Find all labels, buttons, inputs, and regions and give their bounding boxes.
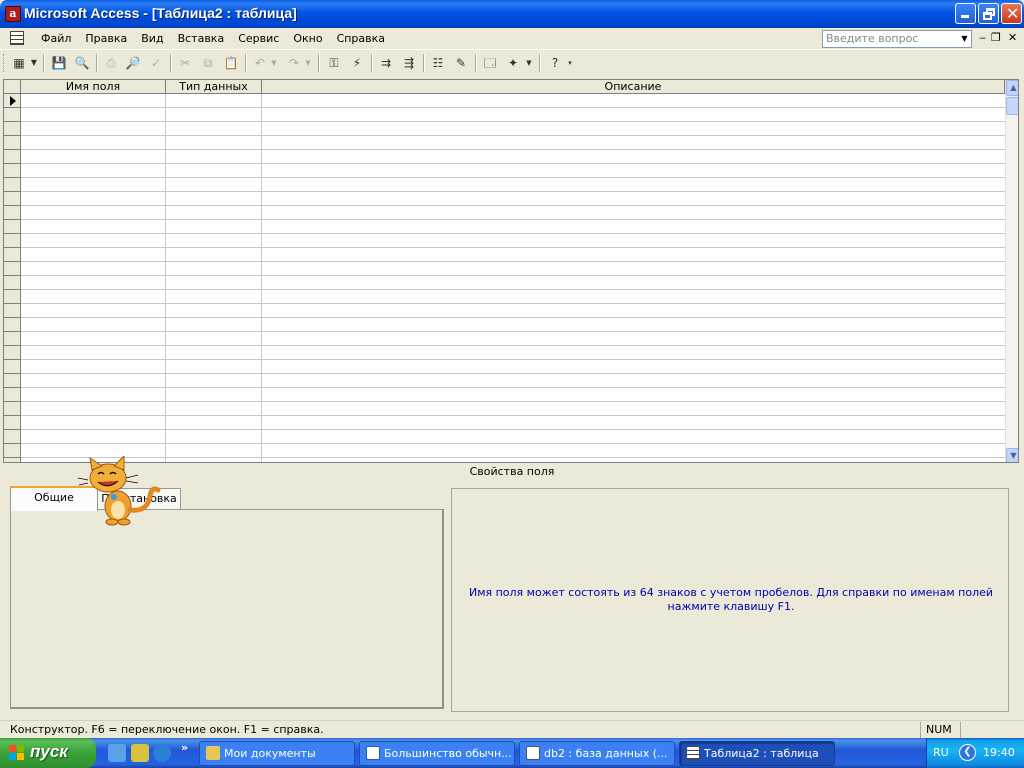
database-window-icon[interactable]: 🗔 [479,53,501,73]
show-hidden-icons-icon[interactable]: ❮ [959,744,976,761]
column-header-field-name[interactable]: Имя поля [21,80,166,94]
access-app-icon[interactable]: a [5,6,21,22]
quicklaunch-ie-icon[interactable] [153,744,171,762]
task-database-window[interactable]: db2 : база данных (... [519,741,675,766]
minimize-button[interactable] [955,3,976,24]
task-my-documents[interactable]: Мои документы [199,741,355,766]
column-header-description[interactable]: Описание [262,80,1005,94]
mdi-close-icon[interactable]: ✕ [1008,31,1017,44]
menu-file[interactable]: Файл [34,31,78,46]
table-window-icon[interactable] [10,31,24,45]
start-button[interactable]: пуск [0,738,96,768]
field-hint-text: Имя поля может состоять из 64 знаков с у… [468,586,994,613]
task-word-document[interactable]: Большинство обычн... [359,741,515,766]
indexes-icon[interactable]: ⚡ [346,53,368,73]
chevron-down-icon[interactable]: ▼ [958,31,971,47]
database-icon [526,746,540,760]
scroll-down-icon[interactable]: ▼ [1006,448,1018,462]
status-num-indicator: NUM [926,723,952,736]
toolbar-options-icon[interactable]: ▾ [564,53,576,73]
view-icon[interactable]: ▦ [8,53,30,73]
quicklaunch-explorer-icon[interactable] [108,744,126,762]
cut-icon[interactable]: ✂ [174,53,196,73]
minimize-icon [961,15,969,18]
status-text: Конструктор. F6 = переключение окон. F1 … [10,723,324,736]
menu-tools[interactable]: Сервис [231,31,286,46]
language-indicator[interactable]: RU [933,746,949,759]
paste-icon[interactable]: 📋 [220,53,242,73]
save-icon[interactable]: 💾 [48,53,70,73]
spelling-icon[interactable]: ✓ [145,53,167,73]
office-assistant-cat-icon[interactable] [78,456,164,526]
mdi-restore-icon[interactable]: ❐ [991,31,1001,44]
windows-flag-icon [9,745,25,761]
help-question-input[interactable]: Введите вопрос [822,30,972,48]
mdi-minimize-icon[interactable]: ‒ [979,31,986,44]
print-icon[interactable]: ⎙ [100,53,122,73]
table-icon [686,746,700,760]
print-preview-icon[interactable]: 🔎 [122,53,144,73]
search-file-icon[interactable]: 🔍 [71,53,93,73]
menu-window[interactable]: Окно [286,31,329,46]
new-object-dropdown-icon[interactable]: ▼ [523,53,535,73]
build-icon[interactable]: ✎ [450,53,472,73]
primary-key-icon[interactable]: ⚿ [323,53,345,73]
copy-icon[interactable]: ⧉ [197,53,219,73]
menu-insert[interactable]: Вставка [171,31,232,46]
menu-edit[interactable]: Правка [78,31,134,46]
view-dropdown-icon[interactable]: ▼ [28,53,40,73]
menu-view[interactable]: Вид [134,31,170,46]
restore-button[interactable] [978,3,999,24]
scroll-up-icon[interactable]: ▲ [1006,80,1018,96]
table-design-grid: Имя поля Тип данных Описание ▲ ▼ [3,79,1019,463]
start-label: пуск [30,742,68,761]
quicklaunch-more-icon[interactable]: » [181,741,188,754]
insert-rows-icon[interactable]: ⇉ [375,53,397,73]
system-tray: RU ❮ 19:40 [926,738,1024,768]
status-bar: Конструктор. F6 = переключение окон. F1 … [0,720,1024,738]
new-object-icon[interactable]: ✦ [502,53,524,73]
grid-rows[interactable] [21,94,1005,462]
clock[interactable]: 19:40 [983,746,1015,759]
menu-bar: Файл Правка Вид Вставка Сервис Окно Спра… [0,28,1024,50]
help-icon[interactable]: ? [544,53,566,73]
taskbar: пуск » Мои документы Большинство обычн..… [0,738,1024,768]
field-hint-panel: Имя поля может состоять из 64 знаков с у… [451,488,1009,712]
close-icon: ✕ [1006,4,1020,23]
vertical-scrollbar[interactable]: ▲ ▼ [1005,80,1018,462]
toolbar-grip[interactable] [3,54,6,72]
delete-rows-icon[interactable]: ⇶ [398,53,420,73]
title-bar[interactable]: a Microsoft Access - [Таблица2 : таблица… [0,0,1024,28]
task-table2[interactable]: Таблица2 : таблица [679,741,835,766]
close-button[interactable]: ✕ [1001,3,1022,24]
undo-dropdown-icon[interactable]: ▼ [268,53,280,73]
folder-icon [206,746,220,760]
properties-icon[interactable]: ☷ [427,53,449,73]
word-icon [366,746,380,760]
column-header-data-type[interactable]: Тип данных [166,80,262,94]
quicklaunch-media-icon[interactable] [131,744,149,762]
general-properties-panel [10,509,444,709]
redo-dropdown-icon[interactable]: ▼ [302,53,314,73]
grid-corner[interactable] [4,80,21,94]
menu-help[interactable]: Справка [330,31,392,46]
scroll-thumb[interactable] [1006,97,1018,115]
table-design-toolbar: ▦ ▼ 💾 🔍 ⎙ 🔎 ✓ ✂ ⧉ 📋 ↶ ▼ ↷ ▼ ⚿ ⚡ ⇉ ⇶ ☷ ✎ … [0,50,1024,77]
window-title: Microsoft Access - [Таблица2 : таблица] [24,5,297,21]
